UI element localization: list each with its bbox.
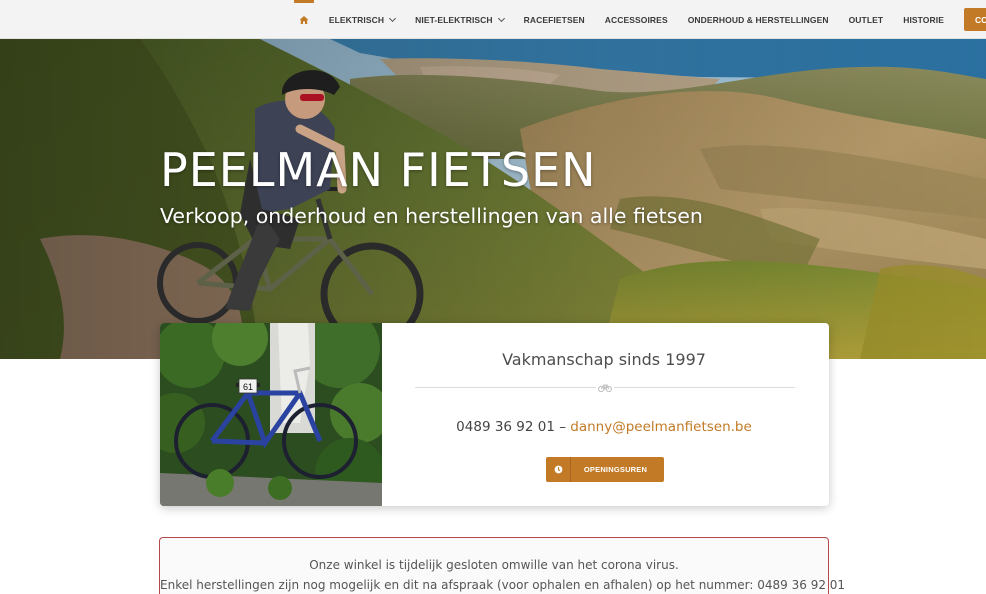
nav-item-label: ELEKTRISCH — [328, 14, 385, 25]
nav-item-accessoires[interactable]: ACCESSOIRES — [595, 0, 678, 39]
nav-item-label: ONDERHOUD & HERSTELLINGEN — [687, 14, 829, 25]
notice-line-1: Onze winkel is tijdelijk gesloten omwill… — [309, 558, 679, 572]
home-icon — [299, 15, 309, 24]
contact-separator: – — [559, 419, 566, 435]
nav-item-elektrisch[interactable]: ELEKTRISCH — [319, 0, 405, 39]
notice-line-2: Enkel herstellingen zijn nog mogelijk en… — [160, 578, 846, 592]
top-navigation: ELEKTRISCH NIET-ELEKTRISCH RACEFIETSEN A… — [0, 0, 986, 39]
divider-line-left — [415, 387, 596, 388]
nav-item-label: NIET-ELEKTRISCH — [415, 14, 493, 25]
nav-item-label: OUTLET — [848, 14, 884, 25]
hero-title: PEELMAN FIETSEN — [160, 143, 597, 197]
ornamental-divider — [415, 381, 795, 393]
nav-home[interactable] — [289, 0, 319, 39]
chevron-down-icon — [497, 14, 505, 22]
hero-background-photo — [0, 39, 986, 359]
contact-button[interactable]: CO — [964, 8, 986, 31]
hero-subtitle: Verkoop, onderhoud en herstellingen van … — [160, 204, 703, 228]
nav-item-label: ACCESSOIRES — [604, 14, 668, 25]
nav-item-racefietsen[interactable]: RACEFIETSEN — [514, 0, 595, 39]
nav-item-label: HISTORIE — [903, 14, 944, 25]
bicycle-icon — [598, 384, 612, 393]
opening-hours-label: OPENINGSUREN — [583, 465, 648, 474]
nav-item-outlet[interactable]: OUTLET — [839, 0, 894, 39]
nav-item-label: RACEFIETSEN — [523, 14, 585, 25]
nav-item-onderhoud[interactable]: ONDERHOUD & HERSTELLINGEN — [678, 0, 839, 39]
nav-item-niet-elektrisch[interactable]: NIET-ELEKTRISCH — [405, 0, 514, 39]
chevron-down-icon — [389, 14, 397, 22]
email-link[interactable]: danny@peelmanfietsen.be — [570, 419, 752, 435]
race-number-plate: 61 — [243, 382, 253, 392]
phone-number[interactable]: 0489 36 92 01 — [456, 419, 555, 435]
corona-notice: Onze winkel is tijdelijk gesloten omwill… — [159, 537, 846, 594]
contact-button-label: CO — [975, 14, 986, 25]
divider-line-right — [614, 387, 795, 388]
clock-icon — [546, 457, 571, 482]
info-card: 61 Vakmanschap sinds 1997 0489 36 92 01 … — [160, 323, 829, 506]
nav-item-historie[interactable]: HISTORIE — [893, 0, 954, 39]
hero-banner: PEELMAN FIETSEN Verkoop, onderhoud en he… — [0, 39, 986, 359]
nav-menu: ELEKTRISCH NIET-ELEKTRISCH RACEFIETSEN A… — [289, 0, 986, 39]
card-heading: Vakmanschap sinds 1997 — [502, 350, 706, 369]
opening-hours-button[interactable]: OPENINGSUREN — [546, 457, 664, 482]
contact-info: 0489 36 92 01 – danny@peelmanfietsen.be — [415, 419, 793, 435]
vintage-bicycle-photo: 61 — [160, 323, 382, 506]
